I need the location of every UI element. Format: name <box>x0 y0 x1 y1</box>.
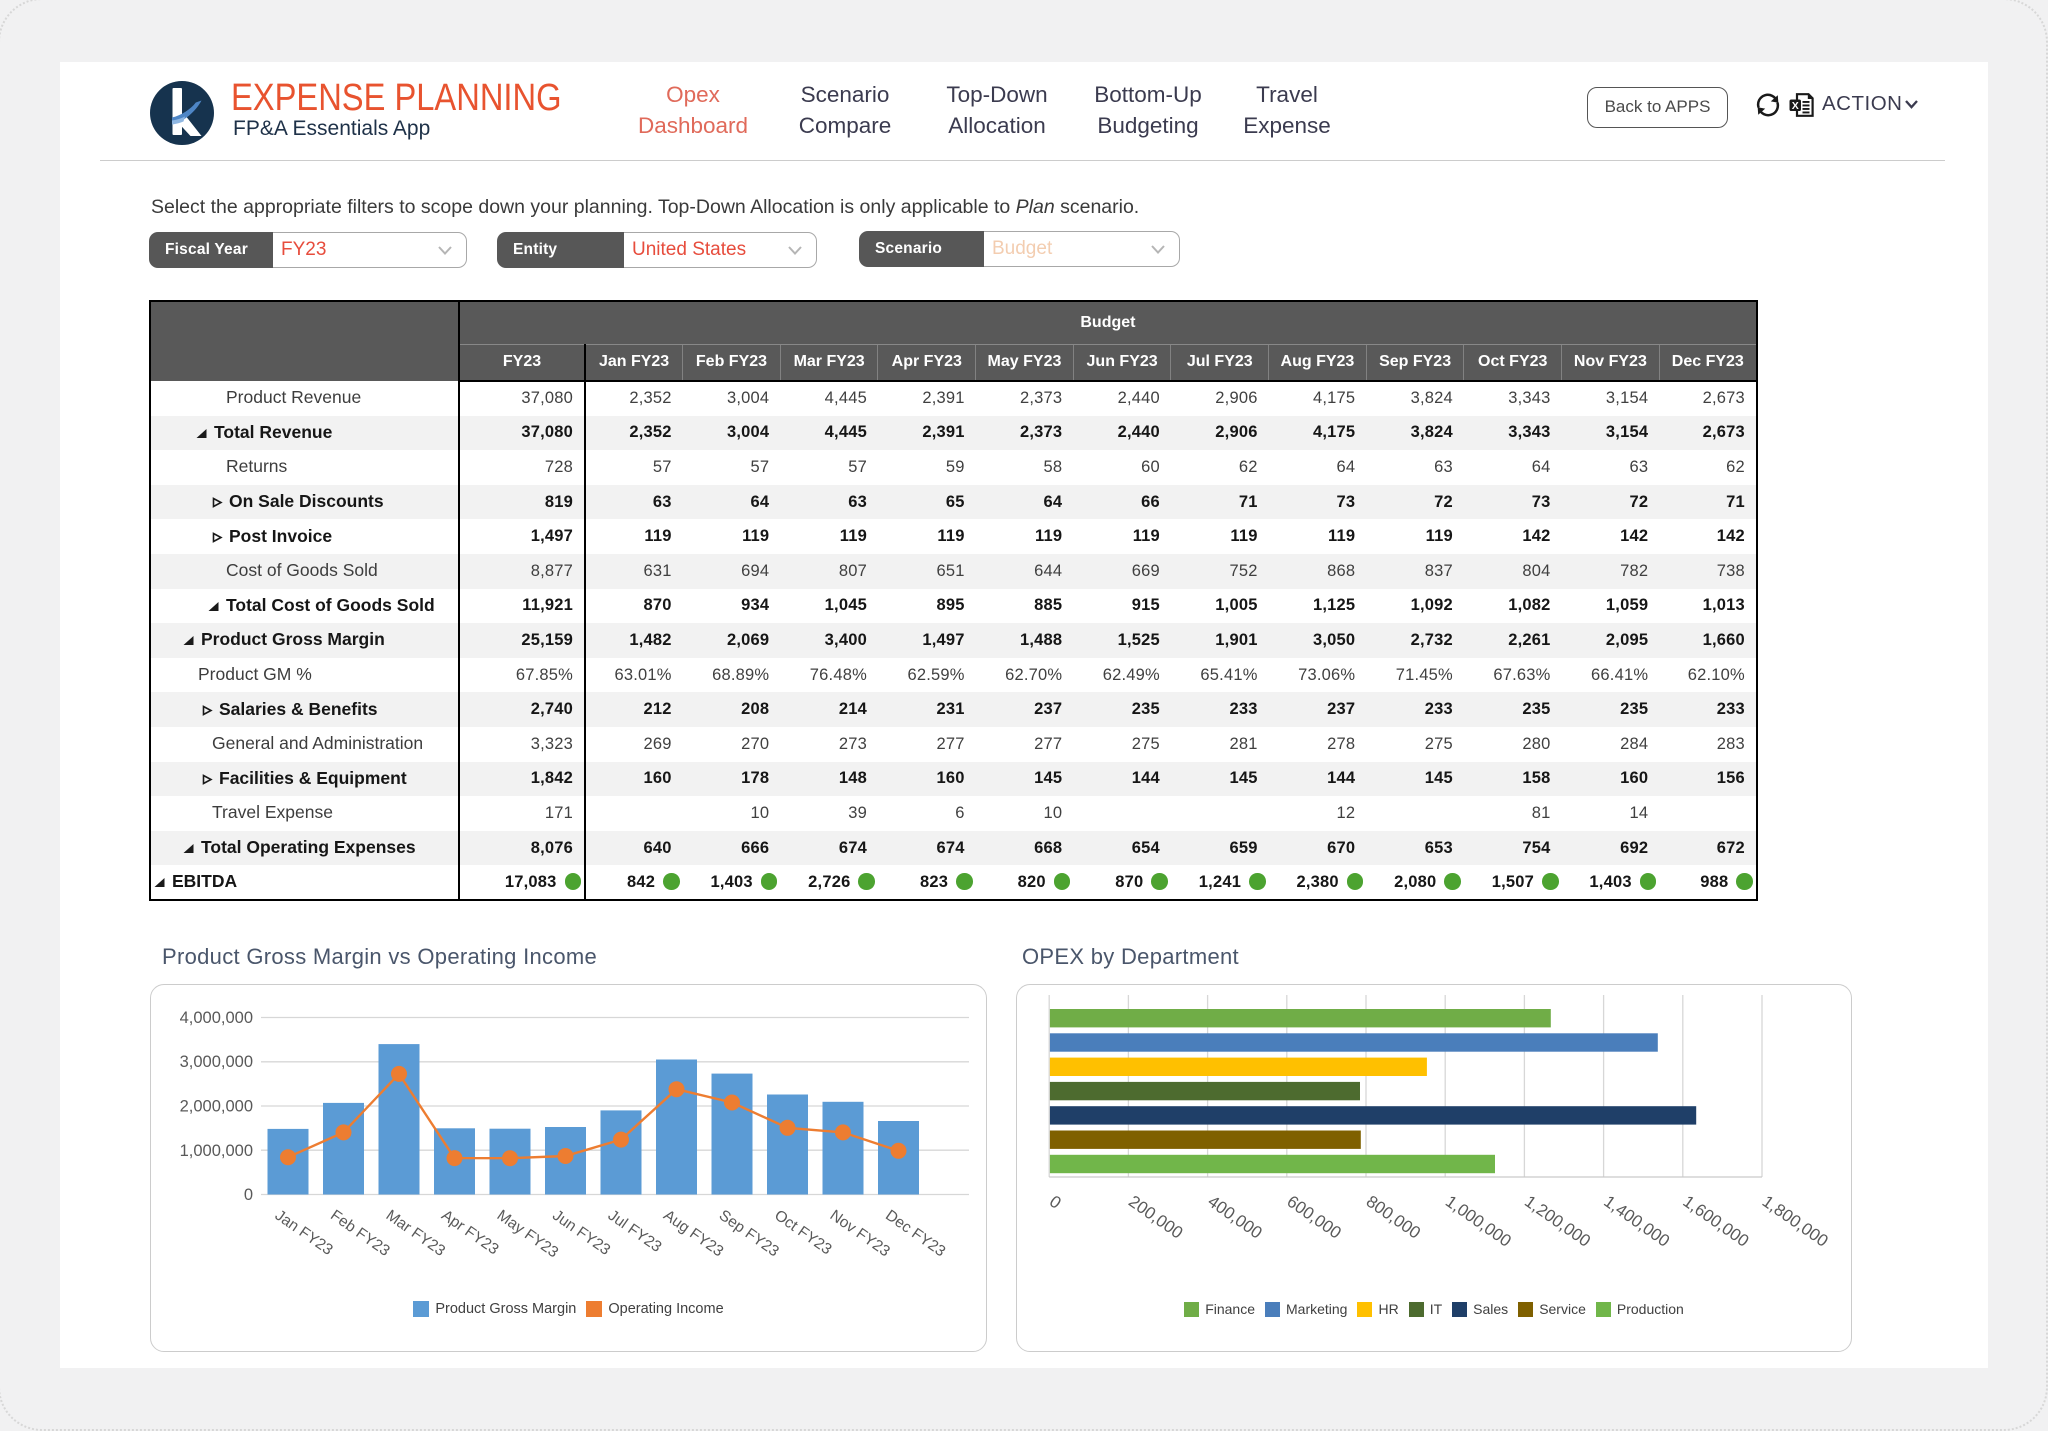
svg-text:0: 0 <box>1046 1192 1065 1213</box>
svg-text:X: X <box>1792 100 1799 112</box>
svg-text:0: 0 <box>244 1186 253 1204</box>
svg-text:1,000,000: 1,000,000 <box>1442 1192 1515 1251</box>
svg-text:Sep FY23: Sep FY23 <box>716 1207 782 1260</box>
svg-text:Dec FY23: Dec FY23 <box>882 1207 948 1260</box>
svg-text:1,400,000: 1,400,000 <box>1600 1192 1673 1251</box>
svg-text:Mar FY23: Mar FY23 <box>383 1207 449 1260</box>
svg-text:Jun FY23: Jun FY23 <box>549 1207 613 1259</box>
svg-text:Jul FY23: Jul FY23 <box>605 1207 665 1256</box>
svg-text:Aug FY23: Aug FY23 <box>660 1207 726 1260</box>
svg-text:600,000: 600,000 <box>1284 1192 1345 1243</box>
svg-text:Apr FY23: Apr FY23 <box>438 1207 501 1258</box>
svg-text:3,000,000: 3,000,000 <box>180 1053 253 1071</box>
svg-text:1,200,000: 1,200,000 <box>1521 1192 1594 1251</box>
svg-text:1,000,000: 1,000,000 <box>180 1142 253 1160</box>
svg-text:800,000: 800,000 <box>1363 1192 1424 1243</box>
svg-text:May FY23: May FY23 <box>494 1207 562 1261</box>
svg-text:Oct FY23: Oct FY23 <box>771 1207 834 1258</box>
svg-text:Jan FY23: Jan FY23 <box>272 1207 336 1259</box>
svg-text:1,800,000: 1,800,000 <box>1759 1192 1832 1251</box>
svg-text:Nov FY23: Nov FY23 <box>827 1207 893 1260</box>
svg-text:Feb FY23: Feb FY23 <box>327 1207 393 1260</box>
svg-text:4,000,000: 4,000,000 <box>180 1009 253 1027</box>
svg-text:2,000,000: 2,000,000 <box>180 1098 253 1116</box>
svg-text:200,000: 200,000 <box>1125 1192 1186 1243</box>
svg-text:1,600,000: 1,600,000 <box>1680 1192 1753 1251</box>
svg-text:400,000: 400,000 <box>1204 1192 1265 1243</box>
